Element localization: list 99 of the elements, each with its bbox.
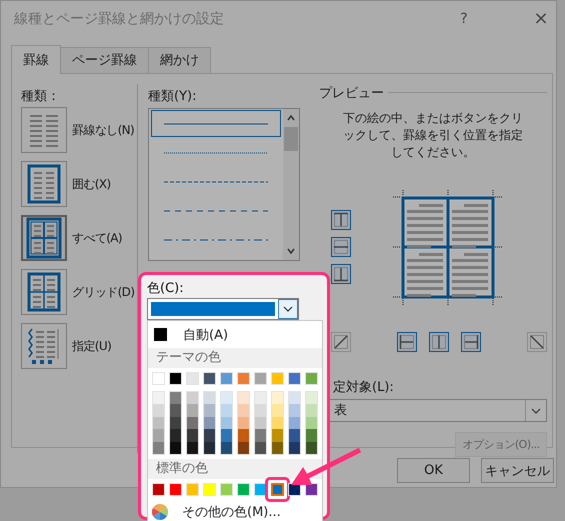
color-swatch[interactable] [272, 404, 283, 417]
border-button[interactable] [331, 332, 351, 352]
border-preset-icon [24, 217, 64, 259]
border-button[interactable] [461, 332, 481, 352]
color-swatch[interactable] [272, 416, 283, 430]
line-style-list[interactable] [148, 108, 300, 261]
color-swatch[interactable] [306, 404, 317, 417]
preset-button[interactable] [21, 323, 67, 369]
scroll-down-icon[interactable] [286, 246, 296, 256]
tab[interactable]: 網かけ [148, 47, 211, 73]
color-swatch[interactable] [153, 392, 164, 404]
color-dropdown[interactable] [147, 298, 299, 320]
color-swatch[interactable] [306, 429, 317, 442]
preview-instructions: 下の絵の中、またはボタンをクリックして、罫線を引く位置を指定してください。 [342, 110, 524, 161]
color-swatch[interactable] [289, 416, 300, 430]
border-button[interactable] [429, 332, 449, 352]
color-swatch[interactable] [255, 416, 266, 430]
color-swatch[interactable] [221, 442, 232, 454]
color-swatch[interactable] [221, 404, 232, 417]
color-swatch[interactable] [170, 416, 181, 430]
chevron-down-icon [283, 306, 293, 312]
color-swatch[interactable] [153, 442, 164, 454]
color-swatch[interactable] [238, 416, 249, 430]
color-swatch[interactable] [306, 442, 317, 454]
apply-to-label: 定対象(L): [332, 379, 395, 396]
color-swatch[interactable] [153, 429, 164, 442]
setting-label: 種類： [21, 88, 61, 103]
color-swatch[interactable] [238, 442, 249, 454]
preset-label[interactable]: 罫線なし(N) [72, 122, 134, 138]
color-swatch[interactable] [238, 404, 249, 417]
tab[interactable]: 罫線 [11, 45, 61, 74]
scroll-up-icon[interactable] [286, 113, 296, 123]
color-swatch[interactable] [289, 392, 300, 404]
color-swatch[interactable] [272, 429, 283, 442]
color-swatch[interactable] [255, 442, 266, 454]
color-swatch[interactable] [204, 429, 215, 442]
color-swatch[interactable] [221, 429, 232, 442]
color-swatch[interactable] [306, 392, 317, 404]
color-swatch[interactable] [187, 392, 198, 404]
border-button[interactable] [397, 332, 417, 352]
line-style-item[interactable] [151, 110, 281, 137]
chevron-down-icon [531, 408, 541, 414]
window-title: 線種とページ罫線と網かけの設定 [14, 10, 225, 28]
preview-title: プレビュー [319, 85, 384, 100]
table-preview-drawing[interactable] [393, 190, 503, 305]
preset-label[interactable]: すべて(A) [72, 230, 122, 246]
color-swatch[interactable] [238, 392, 249, 404]
preset-button[interactable] [21, 107, 67, 153]
color-swatch[interactable] [153, 404, 164, 417]
color-swatch[interactable] [170, 392, 181, 404]
close-button[interactable]: × [526, 8, 556, 29]
color-swatch[interactable] [204, 416, 215, 430]
scroll-thumb[interactable] [284, 127, 298, 151]
color-swatch[interactable] [255, 404, 266, 417]
color-swatch[interactable] [272, 442, 283, 454]
color-swatch[interactable] [153, 416, 164, 430]
color-swatch[interactable] [289, 429, 300, 442]
more-colors-item[interactable]: その他の色(M)... [148, 500, 322, 521]
color-swatch[interactable] [238, 429, 249, 442]
color-swatch[interactable] [204, 404, 215, 417]
standard-colors-header: 標準の色 [148, 458, 322, 479]
color-swatch[interactable] [204, 442, 215, 454]
color-swatch[interactable] [271, 482, 284, 496]
automatic-color-item[interactable]: 自動(A) [148, 321, 322, 348]
color-swatch[interactable] [255, 429, 266, 442]
border-button[interactable] [331, 237, 351, 257]
color-swatch[interactable] [289, 404, 300, 417]
color-wheel-icon [152, 504, 168, 520]
dialog-button[interactable]: キャンセル [481, 458, 554, 483]
color-swatch[interactable] [289, 442, 300, 454]
color-swatch[interactable] [170, 404, 181, 417]
preset-label[interactable]: 囲む(X) [72, 176, 111, 192]
preset-label[interactable]: グリッド(D) [72, 284, 134, 300]
border-button[interactable] [527, 332, 547, 352]
color-swatch[interactable] [272, 392, 283, 404]
style-label: 種類(Y): [148, 88, 198, 103]
color-swatch[interactable] [187, 442, 198, 454]
preset-button[interactable] [21, 215, 67, 261]
color-swatch[interactable] [306, 416, 317, 430]
color-swatch[interactable] [221, 392, 232, 404]
scrollbar[interactable] [283, 109, 299, 260]
color-swatch[interactable] [187, 416, 198, 430]
dialog-button[interactable]: OK [397, 458, 470, 483]
color-swatch[interactable] [255, 392, 266, 404]
border-button[interactable] [331, 264, 351, 284]
preset-button[interactable] [21, 161, 67, 207]
color-label: 色(C): [147, 280, 185, 295]
color-swatch[interactable] [187, 429, 198, 442]
color-swatch[interactable] [170, 429, 181, 442]
tab[interactable]: ページ罫線 [60, 47, 149, 73]
preset-label[interactable]: 指定(U) [72, 338, 112, 354]
help-button[interactable]: ? [444, 10, 484, 26]
color-swatch[interactable] [187, 404, 198, 417]
color-swatch[interactable] [204, 392, 215, 404]
preset-button[interactable] [21, 269, 67, 315]
color-swatch[interactable] [170, 442, 181, 454]
color-swatch[interactable] [221, 416, 232, 430]
border-button[interactable] [331, 210, 351, 230]
theme-colors-header: テーマの色 [148, 348, 322, 368]
